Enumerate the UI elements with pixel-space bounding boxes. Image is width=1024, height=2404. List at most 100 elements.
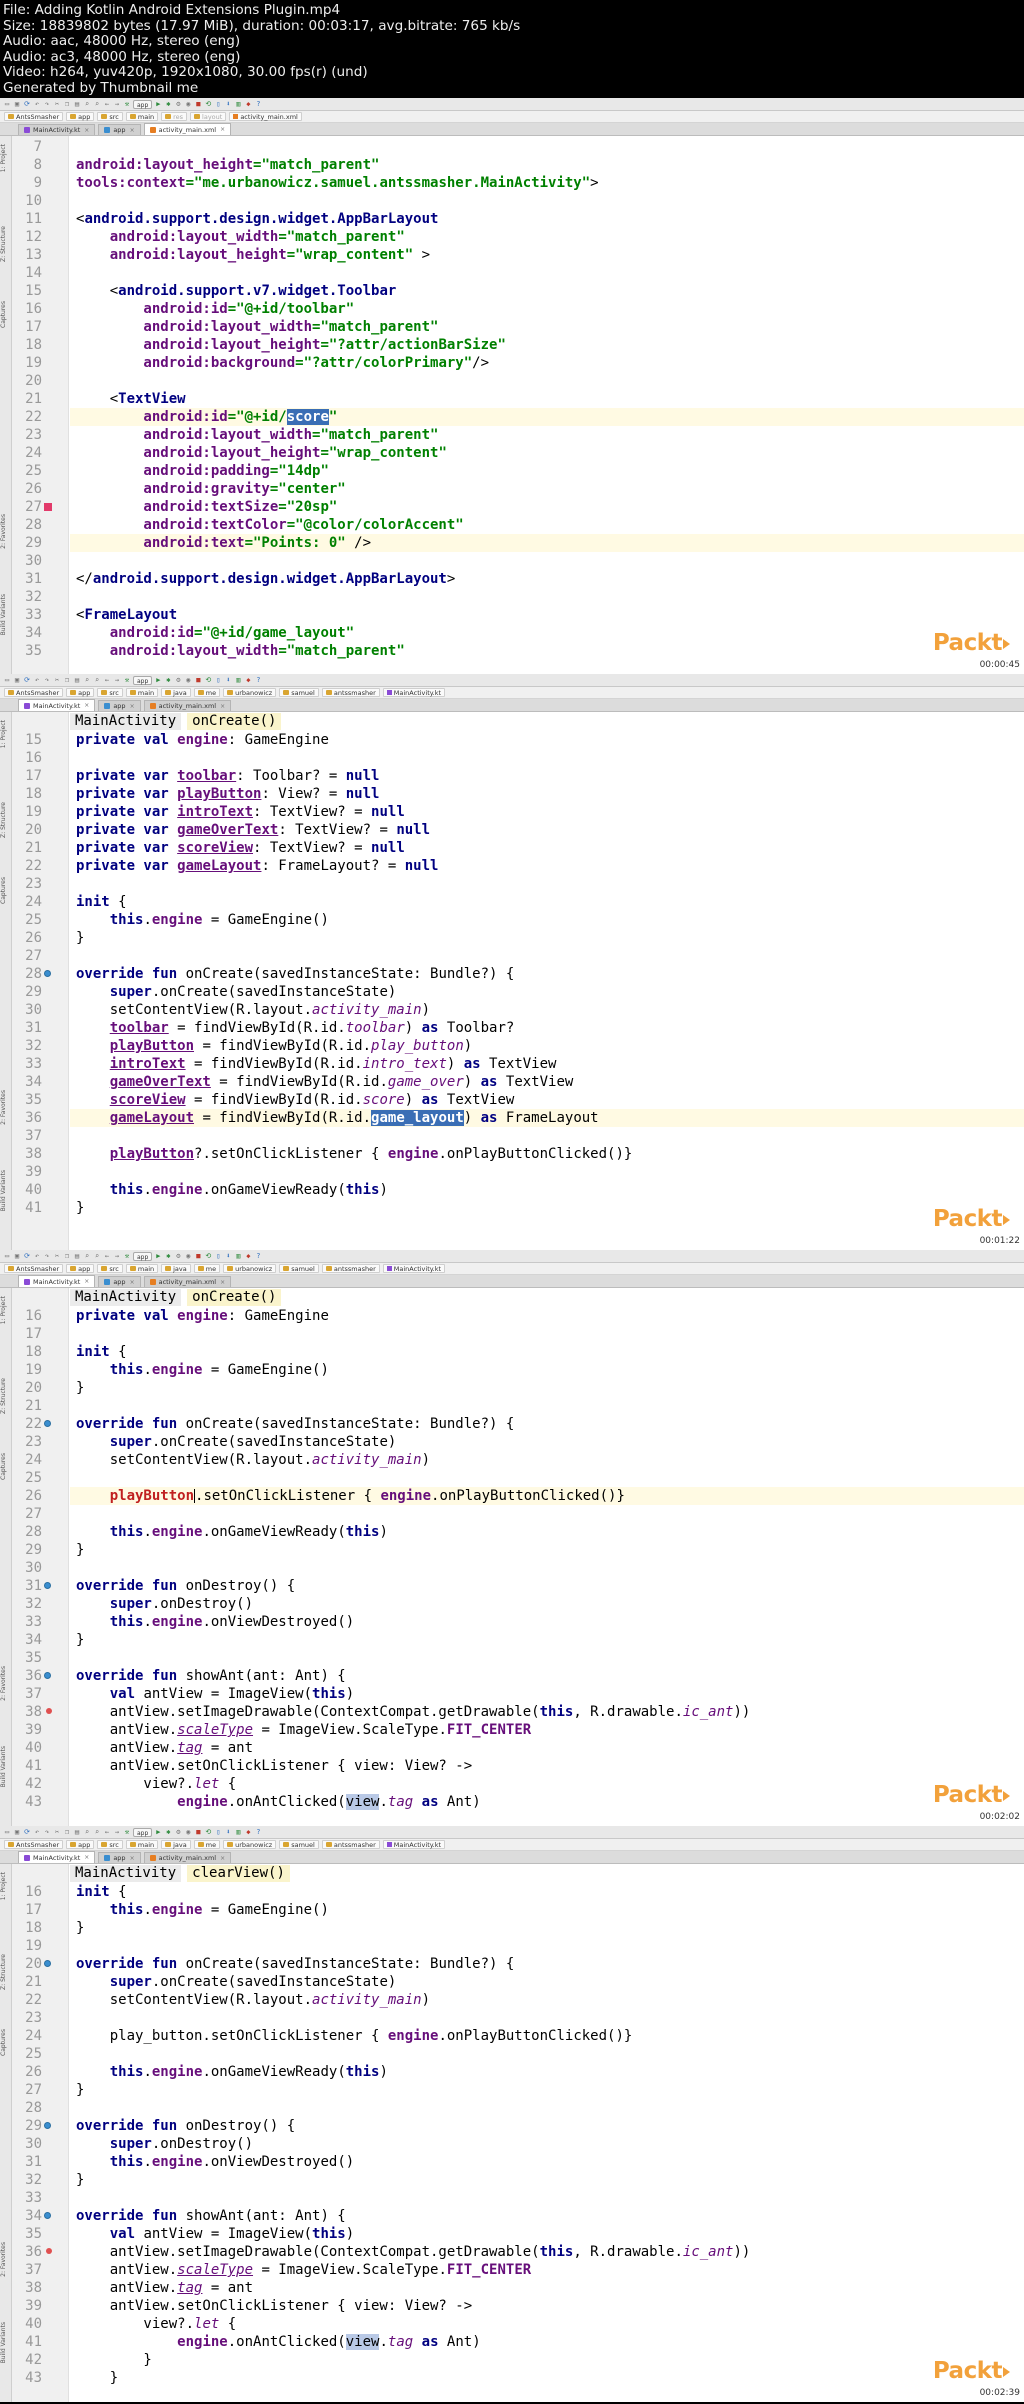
code-line: playButton = findViewById(R.id.play_butt… [70,1037,1024,1055]
breadcrumb-item[interactable]: AntsSmasher [4,1264,64,1273]
code-token: layout_width [210,427,313,443]
open-icon[interactable]: ▭ [3,1828,11,1836]
code-token: engine [177,1794,228,1810]
tool-window-button[interactable]: Z: Structure [0,1378,12,1414]
cut-icon[interactable]: ✂ [53,1828,61,1836]
override-icon[interactable] [44,2212,51,2219]
breakpoint-icon[interactable] [46,1708,52,1714]
redo-icon[interactable]: ↷ [43,100,51,108]
code-editor[interactable]: private val engine: GameEngine init { thi… [70,1250,1024,1826]
cut-icon[interactable]: ✂ [53,1252,61,1260]
code-token: engine [151,912,203,928]
redo-icon[interactable]: ↷ [43,676,51,684]
tool-window-button[interactable]: 1: Project [0,144,12,172]
tool-window-button[interactable]: 1: Project [0,1296,12,1324]
code-token: antView.setOnClickListener { view: View?… [76,1758,473,1774]
override-icon[interactable] [44,1672,51,1679]
code-token: } [76,2370,119,2386]
code-editor[interactable]: android:layout_height="match_parent" tool… [70,98,1024,674]
line-number: 20 [25,1380,42,1396]
override-icon[interactable] [44,1960,51,1967]
undo-icon[interactable]: ↶ [33,100,41,108]
redo-icon[interactable]: ↷ [43,1252,51,1260]
bookmark-icon[interactable] [44,503,52,511]
code-token: engine [177,732,228,748]
line-number: 19 [25,355,42,371]
sync-icon[interactable]: ⟳ [23,100,31,108]
override-icon[interactable] [44,1582,51,1589]
tool-window-button[interactable]: Captures [0,877,12,904]
tool-window-button[interactable]: 2: Favorites [0,514,12,549]
save-icon[interactable]: ▣ [13,676,21,684]
tool-window-button[interactable]: 2: Favorites [0,1090,12,1125]
code-line: antView.scaleType = ImageView.ScaleType.… [70,2261,1024,2279]
code-token: gameOverText [177,822,279,838]
save-icon[interactable]: ▣ [13,100,21,108]
line-number: 40 [25,2316,42,2332]
line-number: 38 [25,2280,42,2296]
code-token: introText [109,1056,186,1072]
save-icon[interactable]: ▣ [13,1828,21,1836]
code-token: { [219,2316,237,2332]
code-token: Toolbar? [438,1020,515,1036]
code-token: TextView [438,1092,515,1108]
open-icon[interactable]: ▭ [3,100,11,108]
override-icon[interactable] [44,970,51,977]
code-token: this [109,1524,144,1540]
tool-window-button[interactable]: Build Variants [0,2322,12,2363]
tool-window-button[interactable]: Z: Structure [0,1954,12,1990]
undo-icon[interactable]: ↶ [33,676,41,684]
breadcrumb-item[interactable]: AntsSmasher [4,688,64,697]
tool-window-button[interactable]: Captures [0,1453,12,1480]
code-token: layout_width [177,229,279,245]
code-line: <android.support.design.widget.AppBarLay… [70,210,1024,228]
undo-icon[interactable]: ↶ [33,1828,41,1836]
cut-icon[interactable]: ✂ [53,100,61,108]
open-icon[interactable]: ▭ [3,1252,11,1260]
code-editor[interactable]: private val engine: GameEngine private va… [70,674,1024,1250]
code-token: private var [76,858,178,874]
code-token: view [345,2334,380,2350]
override-icon[interactable] [44,2122,51,2129]
code-line: private var gameOverText: TextView? = nu… [70,821,1024,839]
line-number: 43 [25,1794,42,1810]
code-token: ) [345,2226,355,2242]
cut-icon[interactable]: ✂ [53,676,61,684]
code-token: val [109,2226,144,2242]
tool-window-button[interactable]: Z: Structure [0,226,12,262]
code-token: engine [177,1308,228,1324]
code-token: intro_text [362,1056,447,1072]
tool-window-button[interactable]: Z: Structure [0,802,12,838]
tool-window-button[interactable]: Build Variants [0,1746,12,1787]
tool-window-button[interactable]: 2: Favorites [0,1666,12,1701]
sync-icon[interactable]: ⟳ [23,1252,31,1260]
code-token: ) [463,1110,481,1126]
sync-icon[interactable]: ⟳ [23,1828,31,1836]
open-icon[interactable]: ▭ [3,676,11,684]
line-number: 32 [25,1038,42,1054]
sync-icon[interactable]: ⟳ [23,676,31,684]
redo-icon[interactable]: ↷ [43,1828,51,1836]
override-icon[interactable] [44,1420,51,1427]
undo-icon[interactable]: ↶ [33,1252,41,1260]
tool-window-button[interactable]: 1: Project [0,1872,12,1900]
code-token: scoreView [177,840,254,856]
breakpoint-icon[interactable] [46,2248,52,2254]
line-number: 31 [25,1578,42,1594]
folder-icon [8,114,14,119]
tool-window-button[interactable]: Captures [0,2029,12,2056]
tool-window-button[interactable]: Build Variants [0,1170,12,1211]
breadcrumb-item[interactable]: AntsSmasher [4,1840,64,1849]
tool-window-button[interactable]: 1: Project [0,720,12,748]
breadcrumb-item[interactable]: AntsSmasher [4,112,64,121]
tool-window-button[interactable]: Build Variants [0,594,12,635]
line-number: 27 [25,1506,42,1522]
code-token: private val [76,1308,178,1324]
save-icon[interactable]: ▣ [13,1252,21,1260]
code-editor[interactable]: init { this.engine = GameEngine()} overri… [70,1826,1024,2402]
tool-window-button[interactable]: 2: Favorites [0,2242,12,2277]
tool-window-button[interactable]: Captures [0,301,12,328]
